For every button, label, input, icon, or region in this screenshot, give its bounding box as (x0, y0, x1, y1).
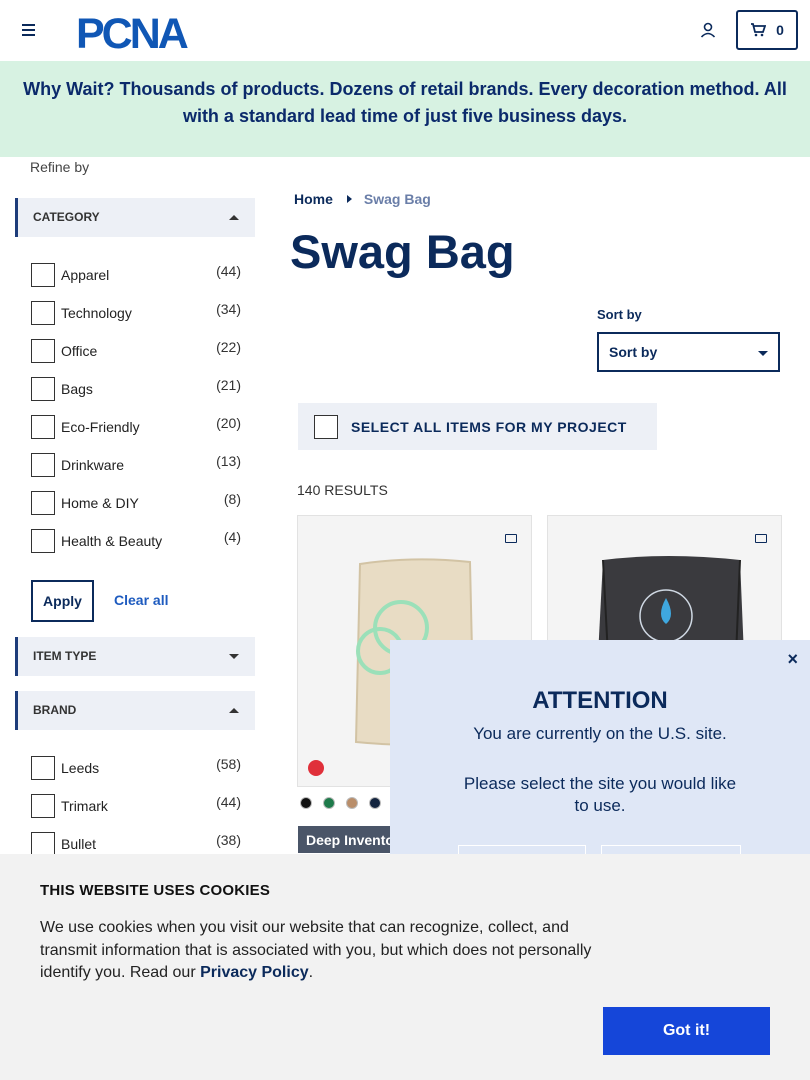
facet-item-drinkware[interactable]: Drinkware (13) (31, 451, 243, 477)
cookie-banner: THIS WEBSITE USES COOKIES We use cookies… (0, 854, 810, 1080)
facet-label: Health & Beauty (61, 533, 163, 549)
checkbox[interactable] (31, 415, 55, 439)
facet-item-bags[interactable]: Bags (21) (31, 375, 243, 401)
select-all-bar[interactable]: SELECT ALL ITEMS FOR MY PROJECT (298, 403, 657, 450)
select-all-checkbox[interactable] (314, 415, 338, 439)
select-all-label: SELECT ALL ITEMS FOR MY PROJECT (351, 419, 627, 435)
checkbox[interactable] (31, 794, 55, 818)
modal-title: ATTENTION (532, 687, 668, 714)
facet-count: (21) (216, 377, 241, 393)
modal-message: You are currently on the U.S. site. (473, 724, 727, 743)
facet-item-health-beauty[interactable]: Health & Beauty (4) (31, 527, 243, 553)
inventory-badge: Deep Invento (298, 826, 402, 853)
checkbox[interactable] (31, 377, 55, 401)
facet-count: (22) (216, 339, 241, 355)
facet-count: (44) (216, 263, 241, 279)
checkbox[interactable] (31, 756, 55, 780)
facet-item-bullet[interactable]: Bullet (38) (31, 830, 243, 856)
checkbox[interactable] (31, 453, 55, 477)
checkbox[interactable] (31, 491, 55, 515)
results-count: 140 RESULTS (297, 482, 388, 498)
refine-label: Refine by (30, 159, 90, 175)
facet-item-home-diy[interactable]: Home & DIY (8) (31, 489, 243, 515)
facet-count: (44) (216, 794, 241, 810)
breadcrumb-home[interactable]: Home (294, 191, 333, 207)
breadcrumb: Home Swag Bag (294, 191, 431, 207)
account-icon[interactable] (699, 21, 717, 39)
facet-item-office[interactable]: Office (22) (31, 337, 243, 363)
facet-count: (20) (216, 415, 241, 431)
facet-brand-title: BRAND (33, 703, 77, 717)
checkbox[interactable] (31, 301, 55, 325)
pcna-logo[interactable]: PCNA (76, 8, 224, 52)
facet-count: (34) (216, 301, 241, 317)
cookie-title: THIS WEBSITE USES COOKIES (40, 882, 271, 899)
color-swatch[interactable] (323, 797, 335, 809)
page-title: Swag Bag (290, 225, 515, 278)
checkbox[interactable] (31, 339, 55, 363)
facet-label: Home & DIY (61, 495, 139, 511)
facet-item-apparel[interactable]: Apparel (44) (31, 261, 243, 287)
accept-cookies-button[interactable]: Got it! (603, 1007, 770, 1055)
caret-up-icon (229, 215, 239, 220)
caret-down-icon (229, 654, 239, 659)
svg-text:PCNA: PCNA (76, 10, 188, 52)
facet-label: Bags (61, 381, 93, 397)
facet-count: (4) (223, 529, 241, 545)
checkbox[interactable] (31, 832, 55, 856)
chevron-down-icon (758, 351, 768, 356)
close-icon[interactable]: × (787, 649, 798, 670)
checkbox[interactable] (31, 529, 55, 553)
clear-all-link[interactable]: Clear all (114, 592, 168, 608)
brand-badge-icon (308, 760, 324, 776)
promo-line-1: Why Wait? Thousands of products. Dozens … (23, 79, 787, 99)
facet-item-leeds[interactable]: Leeds (58) (31, 754, 243, 780)
cookie-period: . (308, 964, 314, 981)
apply-button[interactable]: Apply (31, 580, 94, 622)
sort-value: Sort by (609, 344, 658, 360)
color-swatch[interactable] (369, 797, 381, 809)
facet-category-title: CATEGORY (33, 210, 100, 224)
sort-select[interactable]: Sort by (597, 332, 780, 372)
checkbox[interactable] (31, 263, 55, 287)
facet-label: Eco-Friendly (61, 419, 140, 435)
facet-item-eco-friendly[interactable]: Eco-Friendly (20) (31, 413, 243, 439)
cookie-body: We use cookies when you visit our websit… (40, 919, 592, 981)
facet-brand-header[interactable]: BRAND (15, 691, 255, 730)
caret-up-icon (229, 708, 239, 713)
facet-item-type-title: ITEM TYPE (33, 649, 97, 663)
facet-label: Bullet (61, 836, 97, 852)
color-swatch[interactable] (346, 797, 358, 809)
facet-label: Office (61, 343, 98, 359)
facet-count: (38) (216, 832, 241, 848)
facet-item-technology[interactable]: Technology (34) (31, 299, 243, 325)
promo-line-2: with a standard lead time of just five b… (182, 106, 628, 126)
facet-item-type-header[interactable]: ITEM TYPE (15, 637, 255, 676)
promo-banner: Why Wait? Thousands of products. Dozens … (0, 61, 810, 157)
facet-label: Apparel (61, 267, 110, 283)
breadcrumb-arrow-icon (346, 195, 352, 203)
hamburger-menu-icon[interactable] (22, 24, 35, 36)
facet-label: Drinkware (61, 457, 125, 473)
facet-count: (58) (216, 756, 241, 772)
site-header: PCNA 0 (0, 0, 810, 61)
privacy-policy-link[interactable]: Privacy Policy (200, 964, 309, 981)
facet-count: (13) (216, 453, 241, 469)
color-swatches (300, 797, 381, 809)
sort-label: Sort by (597, 307, 642, 322)
color-swatch[interactable] (300, 797, 312, 809)
facet-label: Leeds (61, 760, 100, 776)
facet-label: Technology (61, 305, 132, 321)
facet-count: (8) (223, 491, 241, 507)
cart-count: 0 (776, 22, 784, 38)
facet-label: Trimark (61, 798, 108, 814)
modal-prompt: Please select the site you would like to… (463, 774, 737, 815)
facet-item-trimark[interactable]: Trimark (44) (31, 792, 243, 818)
facet-category-header[interactable]: CATEGORY (15, 198, 255, 237)
cart-button[interactable]: 0 (736, 10, 798, 50)
cookie-text: We use cookies when you visit our websit… (40, 917, 600, 985)
site-selector-modal: × ATTENTION You are currently on the U.S… (390, 640, 810, 890)
cart-icon (751, 23, 767, 37)
breadcrumb-current: Swag Bag (363, 191, 431, 207)
